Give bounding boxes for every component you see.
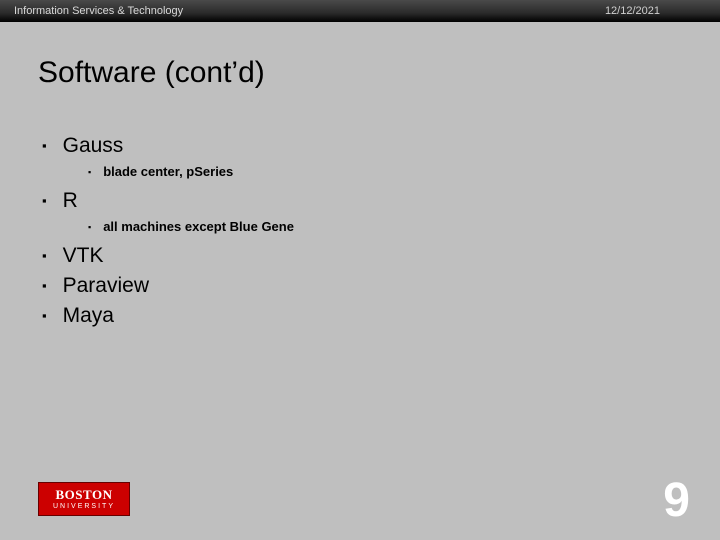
bullet-item: R [42,189,720,213]
bullet-text: Paraview [63,274,149,298]
bullet-text: R [63,189,78,213]
bullet-text: Maya [63,304,114,328]
bullet-text: Gauss [63,134,124,158]
slide-content: Gauss blade center, pSeries R all machin… [0,90,720,328]
bullet-list: R [42,189,720,213]
sub-bullet-list: all machines except Blue Gene [88,219,720,234]
sub-bullet-list: blade center, pSeries [88,164,720,179]
sub-bullet-text: blade center, pSeries [103,164,233,179]
logo-badge: BOSTON UNIVERSITY [38,482,130,516]
org-name: Information Services & Technology [14,5,183,17]
bullet-item: VTK [42,244,720,268]
bullet-list: VTK Paraview Maya [42,244,720,328]
slide-title: Software (cont’d) [0,22,720,90]
page-number: 9 [663,473,690,528]
bullet-list: Gauss [42,134,720,158]
logo-line1: BOSTON [56,488,113,501]
logo-line2: UNIVERSITY [53,503,115,510]
sub-bullet-item: blade center, pSeries [88,164,720,179]
bullet-item: Maya [42,304,720,328]
bullet-item: Gauss [42,134,720,158]
top-bar: Information Services & Technology 12/12/… [0,0,720,22]
sub-bullet-text: all machines except Blue Gene [103,219,294,234]
bullet-text: VTK [63,244,104,268]
slide: Information Services & Technology 12/12/… [0,0,720,540]
sub-bullet-item: all machines except Blue Gene [88,219,720,234]
slide-date: 12/12/2021 [605,5,706,17]
bullet-item: Paraview [42,274,720,298]
